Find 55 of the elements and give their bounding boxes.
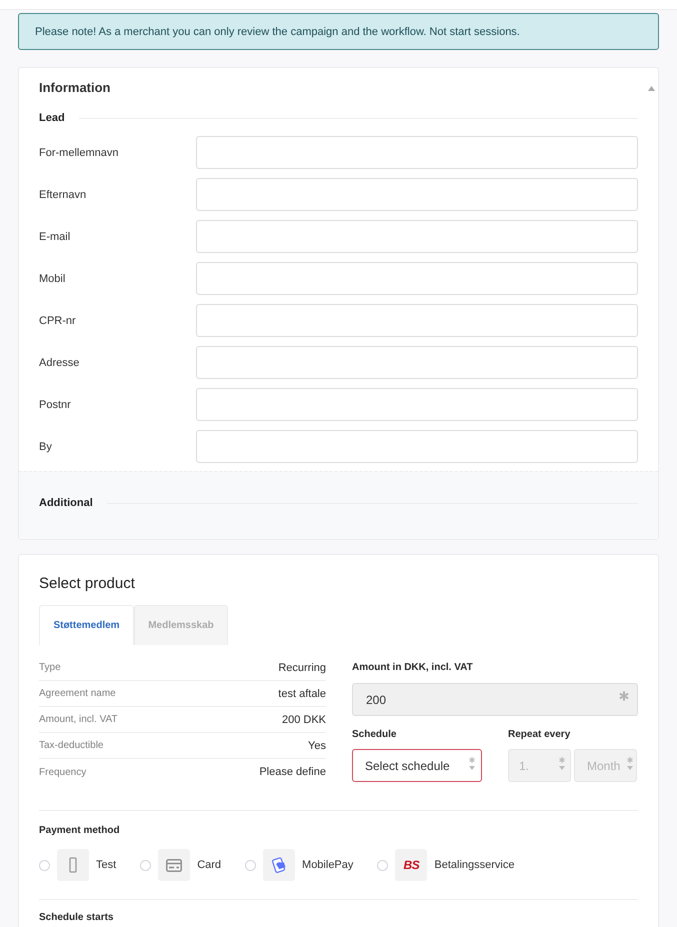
detail-value: Please define: [259, 766, 326, 778]
field-label: Repeat every: [508, 729, 572, 741]
field-label: E-mail: [39, 230, 72, 242]
radio-button[interactable]: [245, 860, 256, 870]
card-icon: [158, 849, 190, 881]
field-label: CPR-nr: [39, 314, 77, 326]
field-label: Mobil: [39, 272, 66, 284]
text-field[interactable]: [196, 304, 638, 337]
payment-option-label[interactable]: Betalingsservice: [434, 859, 514, 871]
group-title: Payment method: [39, 825, 121, 837]
caret-down-icon: [627, 766, 633, 770]
section-title: Select product: [39, 575, 136, 594]
detail-value: Yes: [308, 740, 326, 752]
field-label: For-mellemnavn: [39, 146, 120, 158]
field-label: Efternavn: [39, 188, 88, 200]
detail-value: 200 DKK: [282, 714, 326, 726]
amount-field[interactable]: 200: [352, 683, 638, 716]
field-label: By: [39, 440, 53, 452]
caret-down-icon: [559, 766, 565, 770]
text-field[interactable]: [196, 430, 638, 463]
radio-button[interactable]: [39, 860, 50, 870]
payment-option-label[interactable]: Card: [197, 859, 222, 871]
schedule-select[interactable]: Select schedule: [352, 749, 482, 782]
notice-text: Please note! As a merchant you can only review the campaign and the workflow. Not start sessions.: [35, 26, 520, 38]
field-label: Adresse: [39, 356, 80, 368]
text-field[interactable]: [196, 178, 638, 211]
field-label: Amount in DKK, incl. VAT: [352, 662, 474, 674]
detail-value: Recurring: [278, 662, 326, 674]
detail-value: test aftale: [278, 688, 326, 700]
caret-down-icon: [469, 766, 475, 770]
payment-option-label[interactable]: MobilePay: [302, 859, 354, 871]
group-title: Schedule starts: [39, 912, 114, 924]
caret-up-icon[interactable]: [648, 86, 655, 91]
group-title: Lead: [39, 112, 65, 124]
tilted-card-icon: [263, 849, 296, 881]
radio-button[interactable]: [377, 860, 388, 870]
text-field[interactable]: [196, 136, 638, 169]
payment-option-label[interactable]: Test: [96, 859, 116, 871]
section-title: Information: [39, 80, 110, 95]
text-field[interactable]: [196, 262, 638, 295]
phone-icon: [57, 849, 89, 881]
detail-label: Tax-deductible: [39, 740, 104, 751]
text-field[interactable]: [196, 388, 638, 421]
field-label: Postnr: [39, 398, 72, 410]
product-tab[interactable]: Støttemedlem: [39, 605, 134, 645]
detail-label: Type: [39, 662, 61, 673]
text-field[interactable]: [196, 220, 638, 253]
bs-logo: BS: [395, 849, 428, 881]
field-label: Schedule: [352, 729, 398, 741]
detail-label: Amount, incl. VAT: [39, 714, 118, 725]
detail-label: Frequency: [39, 766, 86, 778]
group-title: Additional: [39, 497, 93, 509]
text-field[interactable]: [196, 346, 638, 379]
radio-button[interactable]: [140, 860, 152, 870]
detail-label: Agreement name: [39, 688, 116, 699]
